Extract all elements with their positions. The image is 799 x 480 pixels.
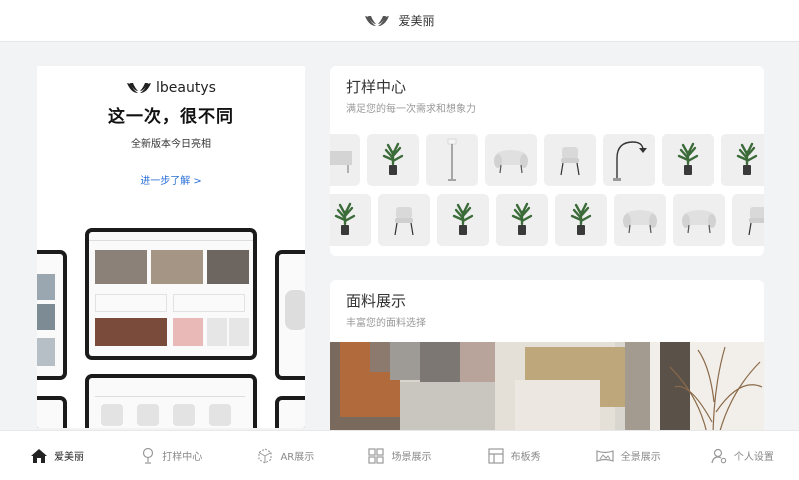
tab-panorama[interactable]: 全景展示 (571, 431, 685, 480)
sample-tile-plant[interactable] (662, 134, 714, 186)
tablet-mockup (37, 250, 67, 380)
panel-icon (488, 447, 504, 464)
sample-center-subtitle: 满足您的每一次需求和想象力 (346, 104, 476, 115)
tab-settings[interactable]: 个人设置 (685, 431, 799, 480)
sample-tile-arc-lamp[interactable] (603, 134, 655, 186)
top-bar: 爱美丽 (0, 0, 799, 42)
armchair-icon (494, 150, 528, 174)
fabric-card[interactable]: 面料展示 丰富您的面料选择 (330, 280, 764, 440)
sample-tile-plant[interactable] (437, 194, 489, 246)
tab-label: 打样中心 (162, 452, 203, 463)
tab-label: 布板秀 (510, 452, 541, 463)
plant-icon (677, 142, 699, 175)
sample-tile-plant[interactable] (721, 134, 764, 186)
wing-logo-icon (364, 14, 390, 28)
home-icon (31, 448, 48, 463)
tab-label: AR展示 (280, 452, 315, 463)
chair-icon (748, 207, 764, 236)
sample-tile-floor-lamp[interactable] (426, 134, 478, 186)
promo-subtitle: 全新版本今日亮相 (131, 139, 211, 150)
user-settings-icon (711, 448, 727, 463)
sample-center-card[interactable]: 打样中心 满足您的每一次需求和想象力 (330, 66, 764, 256)
armchair-icon (682, 210, 716, 234)
promo-brand: lbeautys (37, 80, 305, 96)
tab-label: 爱美丽 (54, 452, 85, 463)
tablet-mockup (37, 396, 67, 428)
plant-icon (334, 202, 356, 235)
chair-icon (394, 207, 414, 236)
plant-icon (511, 202, 533, 235)
sample-tile-armchair[interactable] (485, 134, 537, 186)
tablet-mockup (275, 250, 305, 380)
device-mockups (37, 226, 305, 428)
lamp-icon (143, 447, 154, 464)
panorama-icon (596, 449, 614, 462)
plant-icon (736, 142, 758, 175)
sample-tile-table[interactable] (330, 134, 360, 186)
sample-tile-chair[interactable] (378, 194, 430, 246)
tablet-mockup (85, 374, 257, 428)
plant-icon (382, 142, 404, 175)
arc-lamp-icon (613, 141, 647, 181)
promo-headline: 这一次，很不同 (108, 107, 234, 127)
floor-lamp-icon (447, 138, 457, 181)
app-title: 爱美丽 (398, 14, 435, 28)
sample-tile-plant[interactable] (367, 134, 419, 186)
grid-icon (368, 447, 385, 464)
plant-icon (452, 202, 474, 235)
tab-sample-center[interactable]: 打样中心 (114, 431, 228, 480)
sample-center-title: 打样中心 (346, 78, 407, 96)
sample-tile-plant[interactable] (330, 194, 371, 246)
learn-more-link[interactable]: 进一步了解 > (37, 172, 305, 187)
tab-label: 全景展示 (620, 452, 661, 463)
chair-icon (560, 147, 580, 176)
tab-home[interactable]: 爱美丽 (0, 431, 114, 480)
tab-label: 个人设置 (733, 452, 774, 463)
fabric-image (330, 342, 764, 440)
sample-tile-chair[interactable] (732, 194, 764, 246)
ar-cube-icon (258, 447, 273, 464)
promo-card[interactable]: lbeautys 这一次，很不同 全新版本今日亮相 进一步了解 > (37, 66, 305, 428)
tablet-mockup-main (85, 228, 257, 360)
tab-label: 场景展示 (391, 452, 432, 463)
bottom-tab-bar: 爱美丽 打样中心 AR展示 场景展示 布板秀 全景展示 个人设置 (0, 430, 799, 480)
sample-tile-chair[interactable] (544, 134, 596, 186)
armchair-icon (623, 210, 657, 234)
fabric-subtitle: 丰富您的面料选择 (346, 318, 426, 329)
fabric-title: 面料展示 (346, 292, 407, 310)
table-icon (330, 151, 352, 173)
tab-ar[interactable]: AR展示 (228, 431, 342, 480)
sample-tile-armchair[interactable] (673, 194, 725, 246)
sample-tile-plant[interactable] (496, 194, 548, 246)
tab-scene[interactable]: 场景展示 (342, 431, 456, 480)
brand-name: lbeautys (156, 80, 216, 96)
sample-tile-armchair[interactable] (614, 194, 666, 246)
wing-logo-icon (127, 83, 152, 93)
sample-tile-plant[interactable] (555, 194, 607, 246)
tablet-mockup (275, 396, 305, 428)
tab-panel-show[interactable]: 布板秀 (457, 431, 571, 480)
plant-icon (570, 202, 592, 235)
